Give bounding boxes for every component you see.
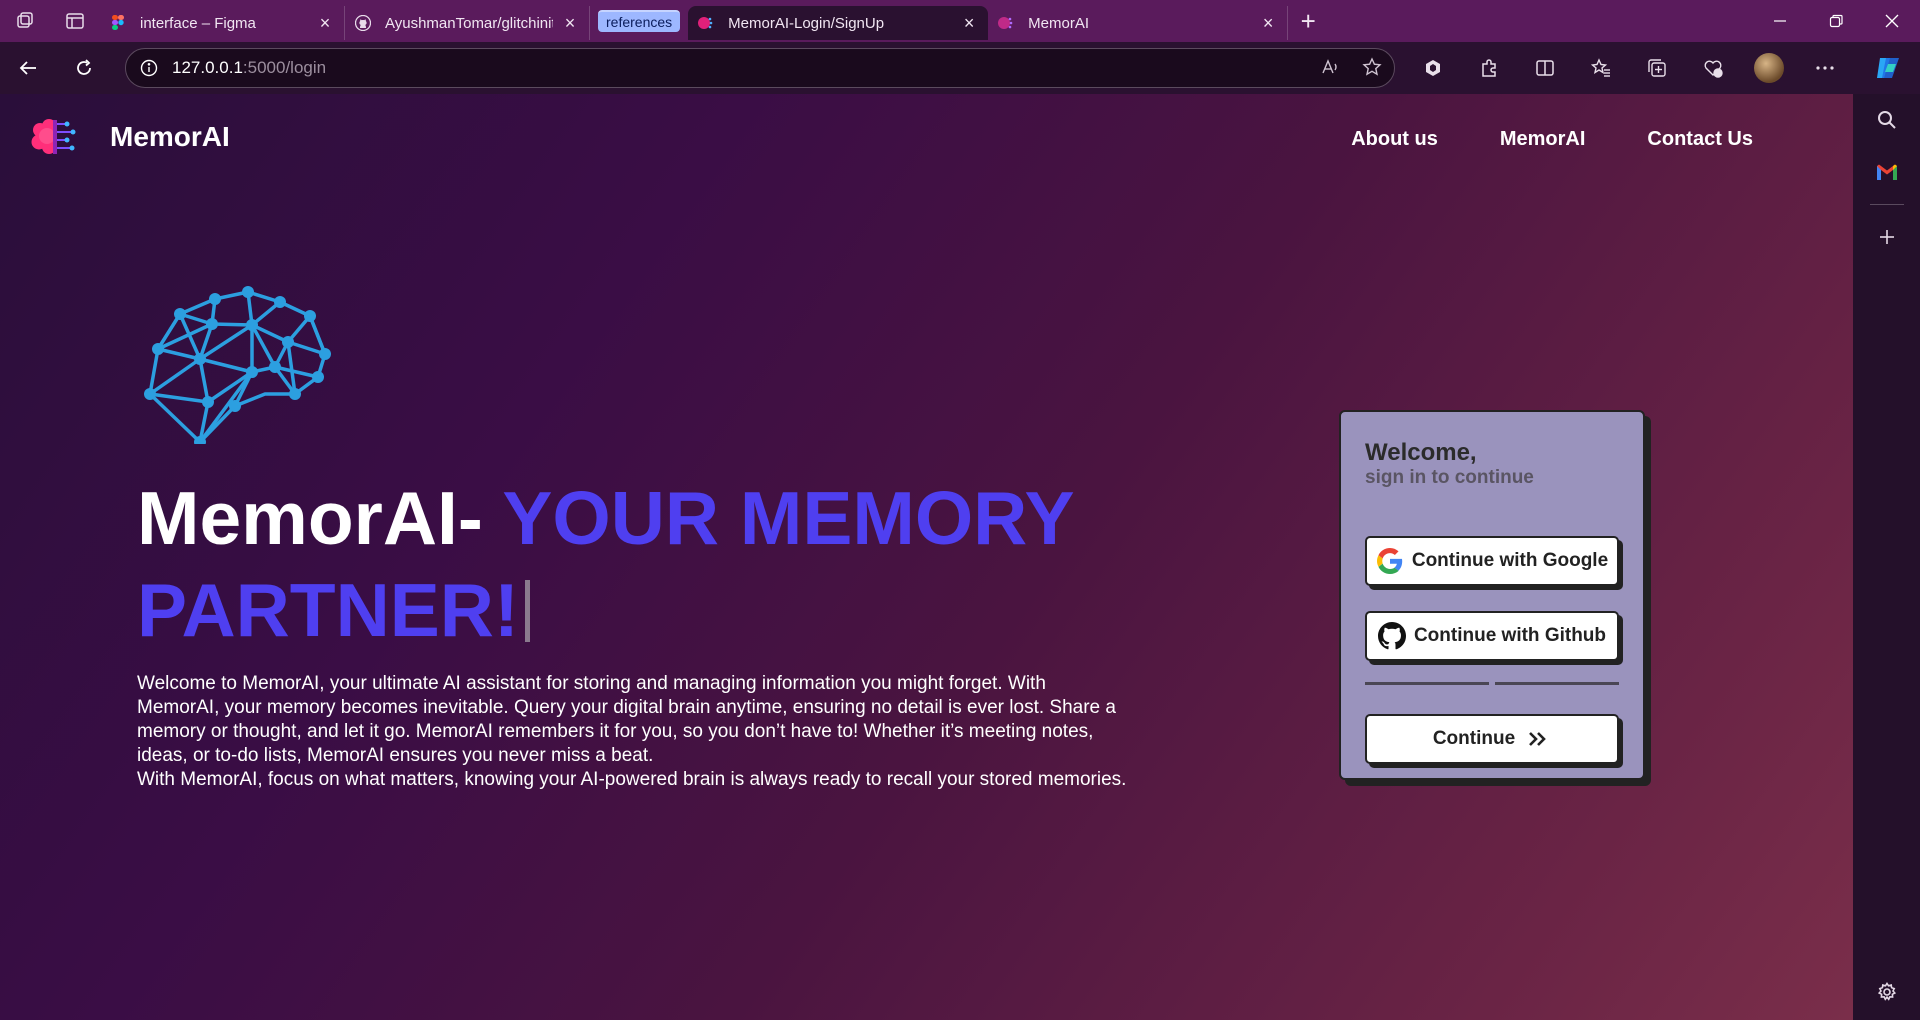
tab-title: MemorAI-Login/SignUp	[728, 14, 885, 32]
tab-memorai-login[interactable]: MemorAI-Login/SignUp ×	[688, 6, 989, 40]
shield-extension-icon[interactable]	[1405, 42, 1461, 94]
github-icon	[355, 15, 371, 31]
add-sidebar-app-icon[interactable]	[1853, 211, 1920, 263]
sidebar-settings-gear-icon[interactable]	[1853, 966, 1920, 1018]
url-text: 127.0.0.1:5000/login	[172, 58, 327, 77]
card-heading: Welcome,	[1365, 439, 1477, 466]
divider-line	[1365, 682, 1489, 685]
tab-github[interactable]: AyushmanTomar/glitchinity-Devja ×	[345, 6, 590, 40]
favorites-icon[interactable]	[1573, 42, 1629, 94]
browser-tab-strip: interface – Figma × AyushmanTomar/glitch…	[0, 0, 1920, 42]
brand-name: MemorAI	[110, 121, 230, 152]
hero-title: MemorAI- YOUR MEMORY PARTNER!	[137, 472, 1137, 656]
card-subheading: sign in to continue	[1365, 467, 1534, 488]
window-controls	[1752, 0, 1920, 42]
github-button-label: Continue with Github	[1413, 625, 1607, 646]
profile-avatar[interactable]	[1741, 42, 1797, 94]
tab-group-label[interactable]: references	[598, 10, 681, 32]
google-button-label: Continue with Google	[1411, 550, 1609, 571]
continue-with-google-button[interactable]: Continue with Google	[1365, 536, 1619, 586]
browser-sidebar	[1853, 94, 1920, 1020]
hero-description: Welcome to MemorAI, your ultimate AI ass…	[137, 672, 1127, 792]
split-screen-icon[interactable]	[1517, 42, 1573, 94]
hero-title-accent: YOUR MEMORY	[502, 476, 1075, 560]
gmail-icon[interactable]	[1853, 146, 1920, 198]
reload-icon[interactable]	[56, 42, 112, 94]
brain-network-illustration	[144, 286, 331, 444]
read-aloud-icon[interactable]	[1320, 57, 1340, 82]
new-tab-icon[interactable]: +	[1288, 6, 1328, 37]
close-tab-icon[interactable]: ×	[960, 13, 978, 34]
minimize-icon[interactable]	[1752, 0, 1808, 42]
toolbar-buttons	[1405, 42, 1853, 94]
extensions-icon[interactable]	[1461, 42, 1517, 94]
hero-title-brand: MemorAI-	[137, 476, 483, 560]
close-tab-icon[interactable]: ×	[561, 13, 579, 34]
top-navigation: About us MemorAI Contact Us	[1351, 128, 1753, 151]
close-tab-icon[interactable]: ×	[316, 13, 334, 34]
page-content: MemorAI About us MemorAI Contact Us Memo…	[0, 94, 1853, 1020]
close-tab-icon[interactable]: ×	[1259, 13, 1277, 34]
copilot-icon[interactable]	[1868, 48, 1908, 88]
tab-title: interface – Figma	[140, 14, 256, 32]
tab-title: MemorAI	[1028, 14, 1089, 32]
hero-title-accent-line2: PARTNER!	[137, 568, 519, 652]
memorai-logo-icon	[31, 119, 76, 154]
figma-icon	[110, 15, 126, 31]
continue-button-label: Continue	[1432, 728, 1516, 749]
more-options-icon[interactable]	[1797, 42, 1853, 94]
double-chevron-right-icon	[1523, 725, 1551, 753]
hero-paragraph: With MemorAI, focus on what matters, kno…	[137, 769, 1127, 790]
memorai-icon	[698, 15, 714, 31]
nav-contact-us[interactable]: Contact Us	[1647, 128, 1753, 151]
restore-icon[interactable]	[1808, 0, 1864, 42]
google-icon	[1376, 547, 1404, 575]
hero-paragraph: Welcome to MemorAI, your ultimate AI ass…	[137, 673, 1116, 766]
browser-toolbar: 127.0.0.1:5000/login	[0, 42, 1920, 94]
tab-memorai[interactable]: MemorAI ×	[988, 6, 1289, 40]
nav-memorai[interactable]: MemorAI	[1500, 128, 1586, 151]
address-bar[interactable]: 127.0.0.1:5000/login	[125, 48, 1395, 88]
close-window-icon[interactable]	[1864, 0, 1920, 42]
workspaces-icon[interactable]	[0, 0, 50, 42]
site-info-icon[interactable]	[126, 59, 172, 77]
search-icon[interactable]	[1853, 94, 1920, 146]
login-card: Welcome, sign in to continue Continue wi…	[1339, 410, 1645, 780]
memorai-icon	[998, 15, 1014, 31]
favorite-star-icon[interactable]	[1362, 56, 1382, 82]
collections-icon[interactable]	[1629, 42, 1685, 94]
divider-line	[1495, 682, 1619, 685]
site-brand[interactable]: MemorAI	[30, 112, 230, 162]
sidebar-divider	[1869, 204, 1904, 205]
continue-with-github-button[interactable]: Continue with Github	[1365, 611, 1619, 661]
typing-caret	[524, 580, 530, 642]
tab-title: AyushmanTomar/glitchinity-Devja	[385, 14, 553, 32]
continue-button[interactable]: Continue	[1365, 714, 1619, 764]
github-icon	[1377, 622, 1406, 650]
nav-about-us[interactable]: About us	[1351, 128, 1438, 151]
tab-figma[interactable]: interface – Figma ×	[100, 6, 345, 40]
back-icon[interactable]	[0, 42, 56, 94]
browser-essentials-icon[interactable]	[1685, 42, 1741, 94]
tab-actions-icon[interactable]	[50, 0, 100, 42]
